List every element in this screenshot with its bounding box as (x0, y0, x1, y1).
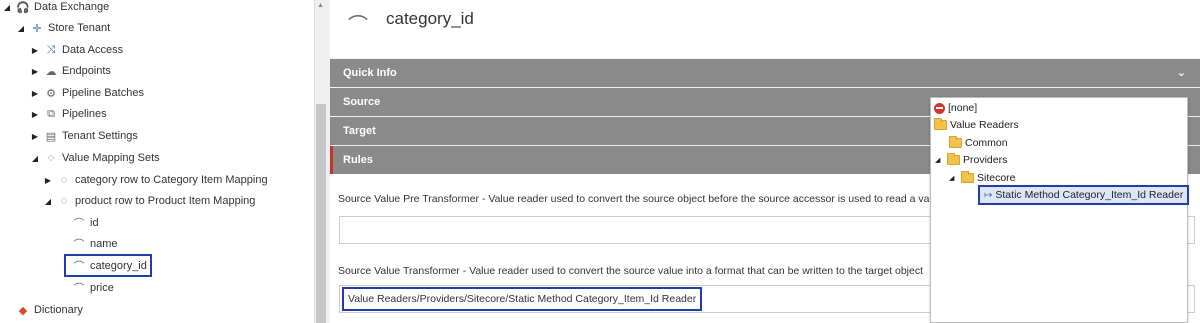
settings-document-icon: ▤ (45, 130, 57, 143)
tree-node-price[interactable]: ⌒ price (72, 278, 114, 298)
static-method-icon: ↦ (984, 189, 993, 201)
tree-node-pipeline-batches[interactable]: ▶ ⚙ Pipeline Batches (30, 83, 144, 103)
mapping-icon: ◌ (60, 195, 68, 207)
tree-node-category-id[interactable]: ⌒ category_id (64, 254, 152, 277)
mapping-icon: ◌ (60, 174, 68, 186)
option-value-readers[interactable]: Value Readers (934, 116, 1019, 134)
chevron-down-icon[interactable]: ⌄ (1177, 66, 1186, 79)
field-mapping-icon: ⌒ (73, 283, 85, 295)
transformer-label: Source Value Transformer - Value reader … (338, 265, 924, 277)
tree-node-id[interactable]: ⌒ id (72, 213, 99, 233)
shuffle-icon: ⤨ (46, 43, 56, 56)
expand-arrow-icon[interactable]: ▶ (30, 67, 40, 76)
batch-icon: ⚙ (46, 87, 56, 100)
tree-node-product-row-mapping[interactable]: ◢ ◌ product row to Product Item Mapping (43, 191, 255, 211)
option-static-method-reader[interactable]: ↦ Static Method Category_Item_Id Reader (978, 185, 1190, 205)
item-header: ⌒ category_id (330, 0, 1200, 58)
collapse-arrow-icon[interactable]: ◢ (16, 24, 26, 33)
collapse-arrow-icon[interactable]: ◢ (949, 174, 959, 182)
tree-node-category-row-mapping[interactable]: ▶ ◌ category row to Category Item Mappin… (43, 170, 268, 190)
scrollbar-thumb[interactable] (316, 104, 326, 323)
expand-arrow-icon[interactable]: ▶ (43, 176, 53, 185)
tree-node-tenant-settings[interactable]: ▶ ▤ Tenant Settings (30, 126, 138, 146)
tree-node-data-exchange[interactable]: ◢ 🎧 Data Exchange (2, 0, 109, 17)
folder-icon (961, 171, 974, 183)
transformer-selected-value[interactable]: Value Readers/Providers/Sitecore/Static … (342, 287, 703, 311)
mapping-set-icon: ◌ (47, 152, 55, 164)
none-icon (934, 102, 945, 114)
value-reader-dropdown-tree: [none] Value Readers Common ◢ Providers … (930, 97, 1190, 323)
tree-node-endpoints[interactable]: ▶ ☁ Endpoints (30, 61, 111, 81)
collapse-arrow-icon[interactable]: ◢ (2, 3, 12, 12)
section-quick-info[interactable]: Quick Info ⌄ (330, 59, 1200, 87)
option-none[interactable]: [none] (934, 99, 977, 117)
tree-node-pipelines[interactable]: ▶ ⧉ Pipelines (30, 104, 107, 124)
tree-node-dictionary[interactable]: ◆ Dictionary (16, 300, 83, 320)
collapse-arrow-icon[interactable]: ◢ (43, 197, 53, 206)
tree-node-store-tenant[interactable]: ◢ ✛ Store Tenant (16, 18, 110, 38)
option-providers[interactable]: ◢ Providers (935, 151, 1007, 169)
option-common[interactable]: Common (949, 134, 1008, 152)
expand-arrow-icon[interactable]: ▶ (30, 132, 40, 141)
field-mapping-icon: ⌒ (73, 218, 85, 230)
tree-node-value-mapping-sets[interactable]: ◢ ◌ Value Mapping Sets (30, 148, 160, 168)
tree-node-name[interactable]: ⌒ name (72, 234, 118, 254)
tree-scrollbar[interactable]: ▲ (314, 0, 326, 323)
expand-arrow-icon[interactable]: ▶ (30, 110, 40, 119)
cloud-icon: ☁ (45, 65, 57, 78)
field-mapping-icon: ⌒ (73, 239, 85, 251)
dictionary-icon: ◆ (18, 304, 28, 317)
expand-arrow-icon[interactable]: ▶ (30, 46, 40, 55)
field-mapping-icon: ⌒ (348, 15, 368, 37)
field-mapping-icon: ⌒ (73, 260, 85, 273)
content-tree: ◢ 🎧 Data Exchange ◢ ✛ Store Tenant ▶ ⤨ D… (0, 0, 314, 323)
pipelines-icon: ⧉ (47, 107, 55, 120)
folder-icon (949, 136, 962, 148)
collapse-arrow-icon[interactable]: ◢ (935, 156, 945, 164)
scroll-up-icon[interactable]: ▲ (317, 2, 324, 9)
tenant-icon: ✛ (32, 22, 42, 35)
folder-icon (934, 118, 947, 130)
folder-icon (947, 153, 960, 165)
pre-transformer-label: Source Value Pre Transformer - Value rea… (338, 193, 930, 205)
item-title: category_id (386, 9, 474, 28)
tree-node-data-access[interactable]: ▶ ⤨ Data Access (30, 40, 123, 60)
collapse-arrow-icon[interactable]: ◢ (30, 154, 40, 163)
expand-arrow-icon[interactable]: ▶ (30, 89, 40, 98)
data-exchange-icon: 🎧 (16, 1, 30, 14)
